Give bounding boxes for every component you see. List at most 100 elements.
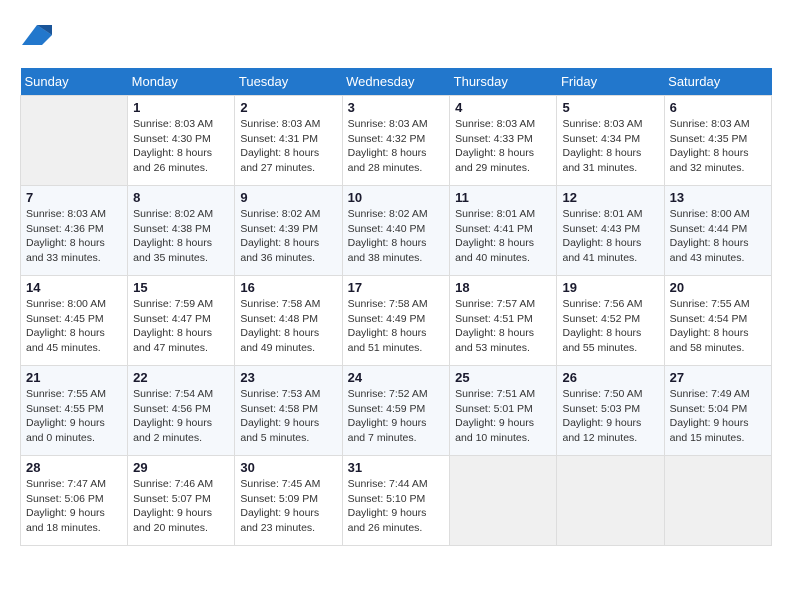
day-number: 4 [455,100,551,115]
day-number: 26 [562,370,658,385]
calendar-cell: 26 Sunrise: 7:50 AMSunset: 5:03 PMDaylig… [557,366,664,456]
calendar-cell: 14 Sunrise: 8:00 AMSunset: 4:45 PMDaylig… [21,276,128,366]
calendar-cell: 5 Sunrise: 8:03 AMSunset: 4:34 PMDayligh… [557,96,664,186]
calendar-cell: 16 Sunrise: 7:58 AMSunset: 4:48 PMDaylig… [235,276,342,366]
calendar-week-row: 1 Sunrise: 8:03 AMSunset: 4:30 PMDayligh… [21,96,772,186]
calendar-cell: 4 Sunrise: 8:03 AMSunset: 4:33 PMDayligh… [450,96,557,186]
calendar-cell: 27 Sunrise: 7:49 AMSunset: 5:04 PMDaylig… [664,366,771,456]
day-info: Sunrise: 8:01 AMSunset: 4:43 PMDaylight:… [562,207,658,266]
day-number: 18 [455,280,551,295]
day-number: 1 [133,100,229,115]
calendar-cell: 25 Sunrise: 7:51 AMSunset: 5:01 PMDaylig… [450,366,557,456]
day-info: Sunrise: 7:58 AMSunset: 4:49 PMDaylight:… [348,297,445,356]
day-number: 9 [240,190,336,205]
day-info: Sunrise: 7:52 AMSunset: 4:59 PMDaylight:… [348,387,445,446]
calendar-cell: 13 Sunrise: 8:00 AMSunset: 4:44 PMDaylig… [664,186,771,276]
day-number: 17 [348,280,445,295]
calendar-cell: 31 Sunrise: 7:44 AMSunset: 5:10 PMDaylig… [342,456,450,546]
day-number: 7 [26,190,122,205]
day-info: Sunrise: 7:51 AMSunset: 5:01 PMDaylight:… [455,387,551,446]
calendar-cell: 8 Sunrise: 8:02 AMSunset: 4:38 PMDayligh… [128,186,235,276]
calendar-cell: 9 Sunrise: 8:02 AMSunset: 4:39 PMDayligh… [235,186,342,276]
day-info: Sunrise: 7:50 AMSunset: 5:03 PMDaylight:… [562,387,658,446]
calendar-week-row: 28 Sunrise: 7:47 AMSunset: 5:06 PMDaylig… [21,456,772,546]
day-number: 28 [26,460,122,475]
day-number: 13 [670,190,766,205]
day-info: Sunrise: 8:02 AMSunset: 4:39 PMDaylight:… [240,207,336,266]
day-number: 21 [26,370,122,385]
calendar-cell: 10 Sunrise: 8:02 AMSunset: 4:40 PMDaylig… [342,186,450,276]
day-info: Sunrise: 8:03 AMSunset: 4:30 PMDaylight:… [133,117,229,176]
day-info: Sunrise: 8:03 AMSunset: 4:33 PMDaylight:… [455,117,551,176]
day-info: Sunrise: 7:45 AMSunset: 5:09 PMDaylight:… [240,477,336,536]
column-header-friday: Friday [557,68,664,96]
day-number: 20 [670,280,766,295]
calendar-cell: 19 Sunrise: 7:56 AMSunset: 4:52 PMDaylig… [557,276,664,366]
calendar-week-row: 14 Sunrise: 8:00 AMSunset: 4:45 PMDaylig… [21,276,772,366]
day-number: 8 [133,190,229,205]
day-info: Sunrise: 8:02 AMSunset: 4:38 PMDaylight:… [133,207,229,266]
day-number: 5 [562,100,658,115]
day-info: Sunrise: 8:03 AMSunset: 4:32 PMDaylight:… [348,117,445,176]
day-number: 31 [348,460,445,475]
day-number: 24 [348,370,445,385]
column-header-saturday: Saturday [664,68,771,96]
calendar-cell [557,456,664,546]
day-info: Sunrise: 8:03 AMSunset: 4:36 PMDaylight:… [26,207,122,266]
calendar-cell: 23 Sunrise: 7:53 AMSunset: 4:58 PMDaylig… [235,366,342,456]
day-info: Sunrise: 8:02 AMSunset: 4:40 PMDaylight:… [348,207,445,266]
calendar-table: SundayMondayTuesdayWednesdayThursdayFrid… [20,68,772,546]
calendar-cell: 18 Sunrise: 7:57 AMSunset: 4:51 PMDaylig… [450,276,557,366]
calendar-cell: 2 Sunrise: 8:03 AMSunset: 4:31 PMDayligh… [235,96,342,186]
calendar-cell: 21 Sunrise: 7:55 AMSunset: 4:55 PMDaylig… [21,366,128,456]
day-number: 11 [455,190,551,205]
logo [20,20,52,58]
column-header-monday: Monday [128,68,235,96]
day-info: Sunrise: 8:00 AMSunset: 4:44 PMDaylight:… [670,207,766,266]
day-info: Sunrise: 8:03 AMSunset: 4:34 PMDaylight:… [562,117,658,176]
day-number: 30 [240,460,336,475]
calendar-week-row: 21 Sunrise: 7:55 AMSunset: 4:55 PMDaylig… [21,366,772,456]
calendar-cell: 1 Sunrise: 8:03 AMSunset: 4:30 PMDayligh… [128,96,235,186]
calendar-cell: 24 Sunrise: 7:52 AMSunset: 4:59 PMDaylig… [342,366,450,456]
calendar-week-row: 7 Sunrise: 8:03 AMSunset: 4:36 PMDayligh… [21,186,772,276]
day-info: Sunrise: 8:03 AMSunset: 4:31 PMDaylight:… [240,117,336,176]
page-header [20,20,772,58]
day-number: 10 [348,190,445,205]
calendar-cell: 30 Sunrise: 7:45 AMSunset: 5:09 PMDaylig… [235,456,342,546]
day-info: Sunrise: 7:46 AMSunset: 5:07 PMDaylight:… [133,477,229,536]
column-header-thursday: Thursday [450,68,557,96]
calendar-cell: 17 Sunrise: 7:58 AMSunset: 4:49 PMDaylig… [342,276,450,366]
day-number: 16 [240,280,336,295]
calendar-header-row: SundayMondayTuesdayWednesdayThursdayFrid… [21,68,772,96]
calendar-cell: 11 Sunrise: 8:01 AMSunset: 4:41 PMDaylig… [450,186,557,276]
calendar-cell: 12 Sunrise: 8:01 AMSunset: 4:43 PMDaylig… [557,186,664,276]
day-info: Sunrise: 7:49 AMSunset: 5:04 PMDaylight:… [670,387,766,446]
column-header-wednesday: Wednesday [342,68,450,96]
day-info: Sunrise: 8:03 AMSunset: 4:35 PMDaylight:… [670,117,766,176]
calendar-cell [450,456,557,546]
day-info: Sunrise: 7:56 AMSunset: 4:52 PMDaylight:… [562,297,658,356]
calendar-cell [664,456,771,546]
day-number: 15 [133,280,229,295]
calendar-cell [21,96,128,186]
day-info: Sunrise: 7:53 AMSunset: 4:58 PMDaylight:… [240,387,336,446]
day-number: 14 [26,280,122,295]
day-info: Sunrise: 7:59 AMSunset: 4:47 PMDaylight:… [133,297,229,356]
day-number: 2 [240,100,336,115]
day-info: Sunrise: 7:44 AMSunset: 5:10 PMDaylight:… [348,477,445,536]
day-info: Sunrise: 7:57 AMSunset: 4:51 PMDaylight:… [455,297,551,356]
day-number: 3 [348,100,445,115]
logo-icon [22,20,52,50]
day-info: Sunrise: 7:54 AMSunset: 4:56 PMDaylight:… [133,387,229,446]
day-info: Sunrise: 7:55 AMSunset: 4:54 PMDaylight:… [670,297,766,356]
day-number: 27 [670,370,766,385]
calendar-cell: 20 Sunrise: 7:55 AMSunset: 4:54 PMDaylig… [664,276,771,366]
day-info: Sunrise: 8:00 AMSunset: 4:45 PMDaylight:… [26,297,122,356]
day-number: 12 [562,190,658,205]
calendar-cell: 28 Sunrise: 7:47 AMSunset: 5:06 PMDaylig… [21,456,128,546]
day-info: Sunrise: 8:01 AMSunset: 4:41 PMDaylight:… [455,207,551,266]
day-info: Sunrise: 7:47 AMSunset: 5:06 PMDaylight:… [26,477,122,536]
calendar-cell: 6 Sunrise: 8:03 AMSunset: 4:35 PMDayligh… [664,96,771,186]
column-header-sunday: Sunday [21,68,128,96]
